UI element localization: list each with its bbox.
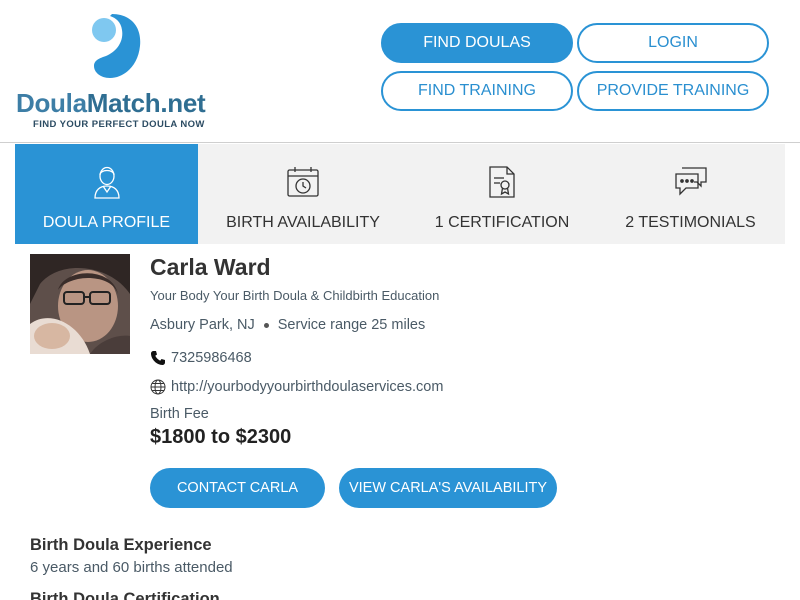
- site-header: DoulaMatch.net FIND YOUR PERFECT DOULA N…: [0, 0, 800, 143]
- chat-bubbles-icon: [671, 162, 711, 202]
- tab-label: 1 CERTIFICATION: [434, 214, 570, 231]
- tab-doula-profile[interactable]: DOULA PROFILE: [15, 144, 198, 244]
- logo-word-1: Doula: [16, 88, 87, 118]
- find-doulas-button[interactable]: FIND DOULAS: [381, 23, 573, 63]
- phone-row[interactable]: 7325986468: [150, 350, 252, 366]
- separator-dot: [263, 322, 269, 328]
- tab-birth-availability[interactable]: BIRTH AVAILABILITY: [198, 144, 408, 244]
- city: Asbury Park, NJ: [150, 317, 255, 333]
- site-logo[interactable]: DoulaMatch.net FIND YOUR PERFECT DOULA N…: [16, 10, 226, 135]
- person-icon: [87, 162, 127, 202]
- calendar-clock-icon: [283, 162, 323, 202]
- certification-heading: Birth Doula Certification: [30, 590, 220, 600]
- globe-icon: [150, 379, 166, 395]
- profile-tabs: DOULA PROFILE BIRTH AVAILABILITY 1 CERTI…: [15, 144, 785, 244]
- tab-certification[interactable]: 1 CERTIFICATION: [408, 144, 596, 244]
- login-button[interactable]: LOGIN: [577, 23, 769, 63]
- view-availability-button[interactable]: VIEW CARLA'S AVAILABILITY: [339, 468, 557, 508]
- business-name: Your Body Your Birth Doula & Childbirth …: [150, 288, 440, 303]
- birth-fee-value: $1800 to $2300: [150, 426, 292, 448]
- tab-testimonials[interactable]: 2 TESTIMONIALS: [596, 144, 785, 244]
- location-line: Asbury Park, NJ Service range 25 miles: [150, 317, 425, 333]
- profile-photo: [30, 254, 130, 354]
- logo-tagline: FIND YOUR PERFECT DOULA NOW: [33, 119, 205, 130]
- website-row[interactable]: http://yourbodyyourbirthdoulaservices.co…: [150, 379, 443, 395]
- tab-label: BIRTH AVAILABILITY: [226, 214, 380, 231]
- tab-label: 2 TESTIMONIALS: [625, 214, 756, 231]
- logo-wordmark: DoulaMatch.net: [16, 88, 206, 119]
- contact-doula-button[interactable]: CONTACT CARLA: [150, 468, 325, 508]
- tab-label: DOULA PROFILE: [42, 214, 171, 231]
- phone-icon: [150, 350, 166, 366]
- service-range: Service range 25 miles: [277, 317, 426, 333]
- experience-text: 6 years and 60 births attended: [30, 559, 233, 576]
- experience-heading: Birth Doula Experience: [30, 536, 212, 554]
- provide-training-button[interactable]: PROVIDE TRAINING: [577, 71, 769, 111]
- find-training-button[interactable]: FIND TRAINING: [381, 71, 573, 111]
- doula-name: Carla Ward: [150, 254, 271, 280]
- birth-fee-label: Birth Fee: [150, 406, 209, 422]
- certificate-icon: [482, 162, 522, 202]
- phone-number[interactable]: 7325986468: [171, 350, 252, 366]
- logo-word-2: Match.net: [86, 88, 206, 118]
- website-link[interactable]: http://yourbodyyourbirthdoulaservices.co…: [171, 379, 443, 395]
- droplet-logo-icon: [92, 14, 141, 78]
